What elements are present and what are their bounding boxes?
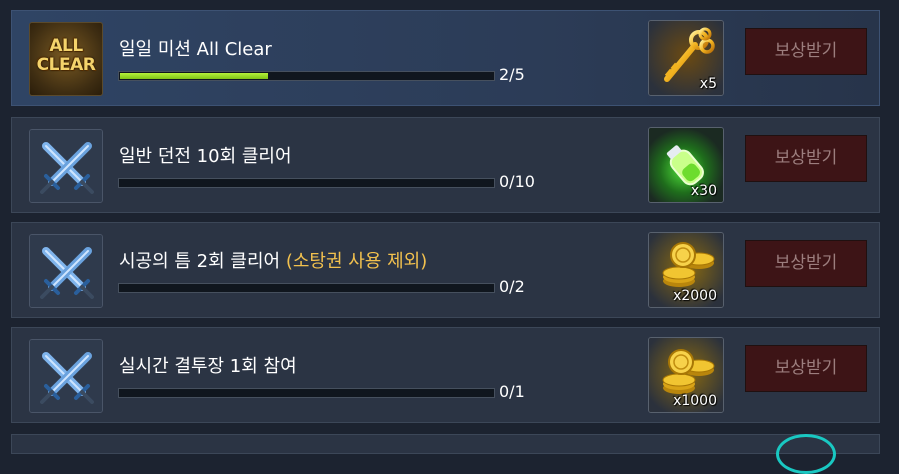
mission-title-text: 일일 미션 All Clear (119, 39, 272, 60)
mission-icon-box (29, 129, 103, 203)
reward-item[interactable]: x2000 (648, 232, 724, 308)
mission-progress-text: 0/10 (499, 172, 535, 191)
mission-progress-bar (118, 178, 495, 188)
reward-quantity: x2000 (673, 288, 717, 304)
mission-row: 일반 던전 10회 클리어 0/10 x30 보상받기 (11, 117, 880, 213)
mission-row: 실시간 결투장 1회 참여 0/1 x1000 보상받기 (11, 327, 880, 423)
mission-progress-text: 0/1 (499, 382, 525, 401)
mission-title-note: (소탕권 사용 제외) (285, 251, 428, 272)
badge-text-line2: CLEAR (36, 55, 96, 75)
mission-title: 일일 미션 All Clear (119, 35, 272, 61)
ring-button-edge[interactable] (776, 434, 836, 474)
reward-quantity: x5 (699, 76, 717, 92)
mission-progress-text: 0/2 (499, 277, 525, 296)
mission-title-text: 일반 던전 10회 클리어 (119, 146, 292, 167)
mission-title-text: 시공의 틈 2회 클리어 (119, 251, 286, 272)
reward-item[interactable]: x1000 (648, 337, 724, 413)
crossed-swords-icon (30, 340, 102, 412)
mission-title: 일반 던전 10회 클리어 (119, 142, 292, 168)
crossed-swords-icon (30, 130, 102, 202)
crossed-swords-icon (30, 235, 102, 307)
reward-quantity: x1000 (673, 393, 717, 409)
mission-row: ALL CLEAR 일일 미션 All Clear 2/5 x5 보상받기 (11, 10, 880, 106)
claim-reward-button[interactable]: 보상받기 (745, 240, 867, 287)
mission-title-text: 실시간 결투장 1회 참여 (119, 356, 297, 377)
mission-icon-box (29, 234, 103, 308)
mission-progress-fill (120, 73, 268, 79)
reward-quantity: x30 (690, 183, 717, 199)
mission-progress-text: 2/5 (499, 65, 525, 84)
mission-progress-bar (118, 283, 495, 293)
mission-title: 실시간 결투장 1회 참여 (119, 352, 297, 378)
claim-reward-button[interactable]: 보상받기 (745, 345, 867, 392)
mission-row-partial (11, 434, 880, 454)
all-clear-badge-text: ALL CLEAR (30, 37, 102, 75)
reward-item[interactable]: x30 (648, 127, 724, 203)
all-clear-badge-icon: ALL CLEAR (29, 22, 103, 96)
badge-text-line1: ALL (49, 36, 83, 56)
mission-progress-bar (118, 388, 495, 398)
mission-progress-bar (118, 71, 495, 81)
claim-reward-button[interactable]: 보상받기 (745, 28, 867, 75)
reward-item[interactable]: x5 (648, 20, 724, 96)
mission-row: 시공의 틈 2회 클리어 (소탕권 사용 제외) 0/2 x2000 보상받기 (11, 222, 880, 318)
mission-icon-box (29, 339, 103, 413)
mission-title: 시공의 틈 2회 클리어 (소탕권 사용 제외) (119, 247, 427, 273)
claim-reward-button[interactable]: 보상받기 (745, 135, 867, 182)
